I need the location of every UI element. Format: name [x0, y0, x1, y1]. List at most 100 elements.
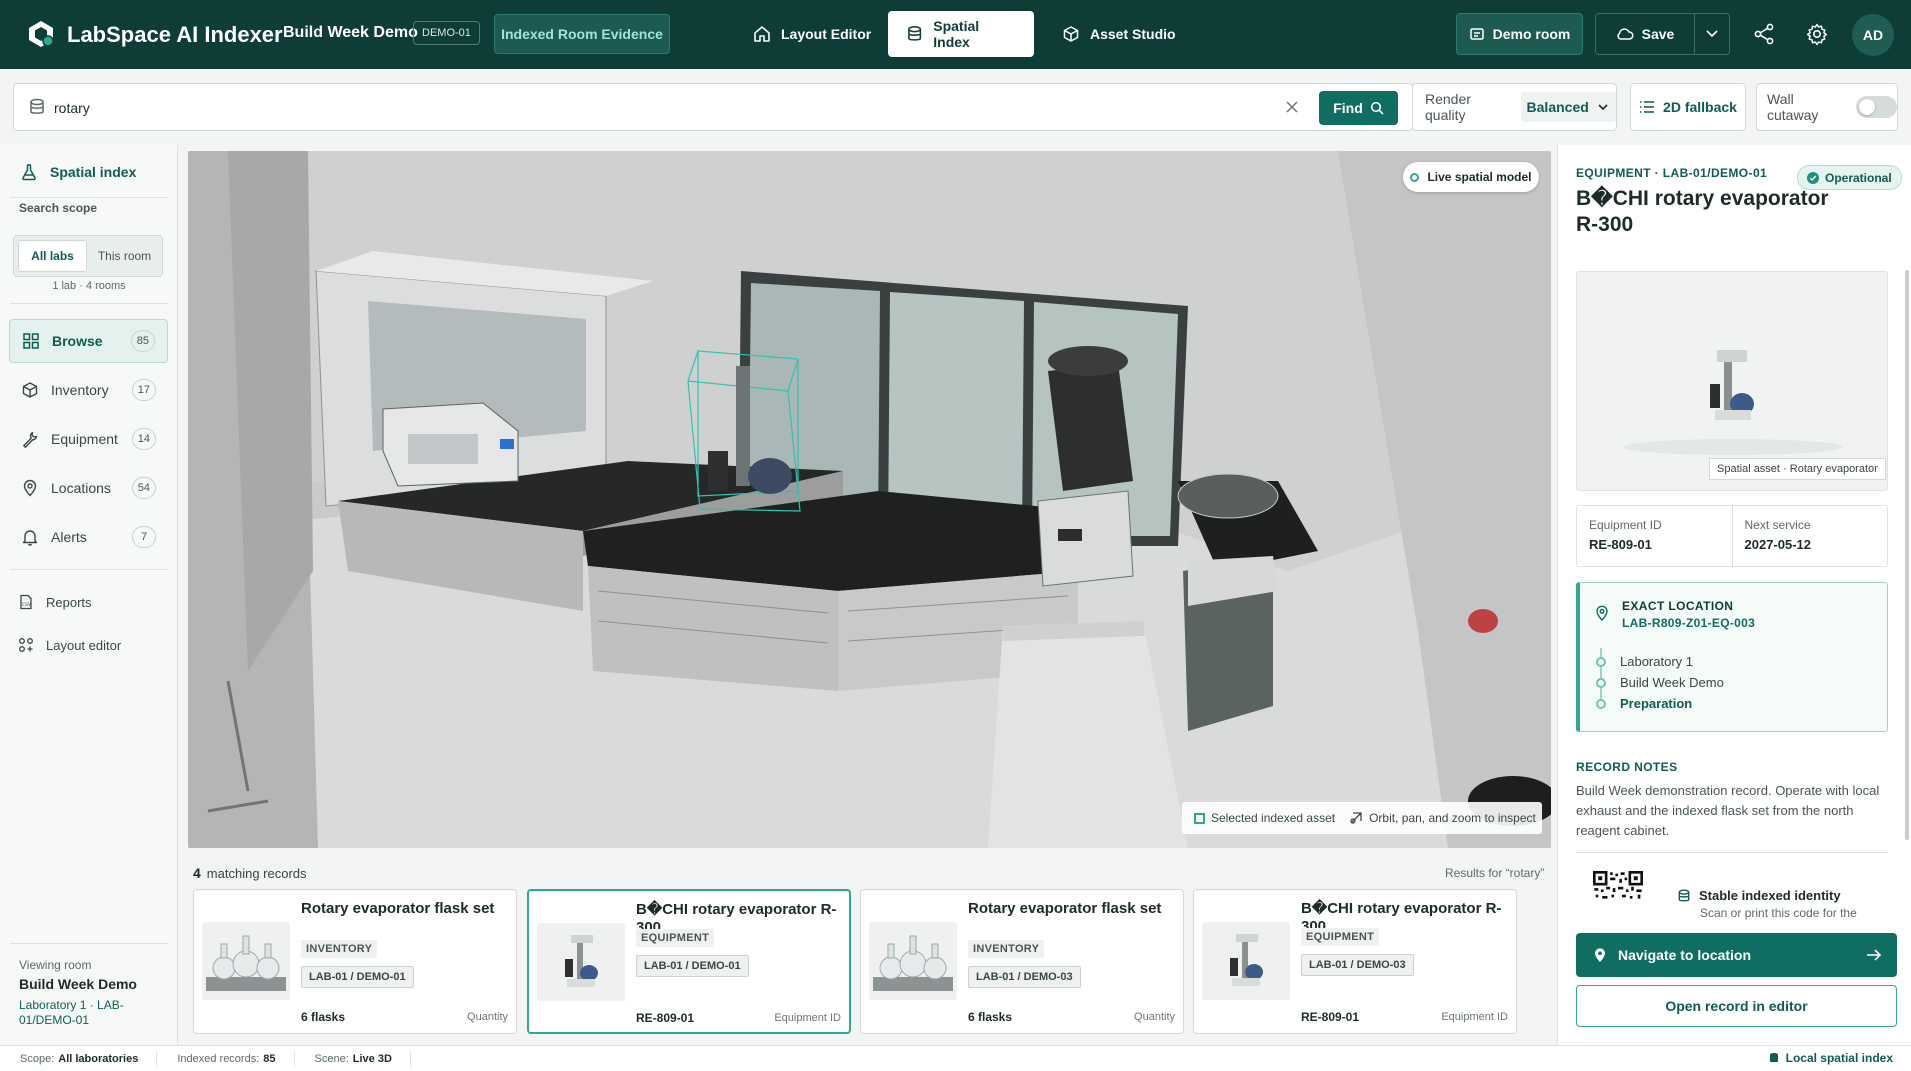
tab-asset-studio[interactable]: Asset Studio — [1044, 11, 1194, 57]
sidebar-item-layout-editor[interactable]: Layout editor — [18, 633, 121, 657]
trail-dot — [1596, 657, 1606, 667]
scope-all-labs[interactable]: All labs — [18, 240, 87, 272]
detail-category: EQUIPMENT · LAB-01/DEMO-01 — [1576, 166, 1768, 180]
open-record-in-editor-button[interactable]: Open record in editor — [1576, 985, 1897, 1027]
result-location-chip[interactable]: LAB-01 / DEMO-01 — [301, 966, 414, 988]
demo-room-button[interactable]: Demo room — [1456, 13, 1583, 55]
2d-fallback-label: 2D fallback — [1663, 99, 1737, 115]
sidebar-item-label: Equipment — [51, 431, 118, 447]
tab-spatial-index[interactable]: Spatial Index — [888, 11, 1034, 57]
viewing-room-path[interactable]: Laboratory 1 · LAB-01/DEMO-01 — [19, 998, 169, 1028]
result-location-chip[interactable]: LAB-01 / DEMO-03 — [968, 966, 1081, 988]
project-name[interactable]: Build Week Demo — [283, 24, 418, 42]
grid-icon — [23, 333, 39, 349]
live-label: Live spatial model — [1427, 170, 1532, 184]
indexed-room-evidence-button[interactable]: Indexed Room Evidence — [494, 14, 670, 54]
exact-location-heading: EXACT LOCATION — [1622, 599, 1734, 613]
status-scene-label: Scene: — [314, 1052, 349, 1065]
sidebar-item-reports[interactable]: CSV Reports — [18, 590, 92, 614]
tab-label: Asset Studio — [1090, 26, 1176, 42]
result-title: Rotary evaporator flask set — [968, 900, 1162, 917]
tab-label: Layout Editor — [781, 26, 872, 42]
find-button[interactable]: Find — [1319, 91, 1398, 125]
result-card[interactable]: Rotary evaporator flask set INVENTORY LAB-… — [860, 889, 1184, 1034]
status-records-label: Indexed records: — [177, 1052, 260, 1065]
legend-hint: Orbit, pan, and zoom to inspect — [1349, 811, 1536, 825]
status-bar: Scope: All laboratories Indexed records: 8… — [0, 1045, 1911, 1071]
result-category: EQUIPMENT — [1301, 928, 1380, 946]
sidebar-item-inventory[interactable]: Inventory 17 — [9, 368, 168, 412]
record-notes: Build Week demonstration record. Operate… — [1576, 783, 1880, 838]
gear-icon[interactable] — [1805, 22, 1829, 46]
wall-cutaway-toggle[interactable] — [1855, 96, 1897, 118]
navigate-label: Navigate to location — [1618, 947, 1752, 963]
result-location-chip[interactable]: LAB-01 / DEMO-01 — [636, 955, 749, 977]
qr-code-icon — [1593, 871, 1643, 921]
tab-label: Spatial Index — [933, 18, 980, 50]
location-step: Preparation — [1620, 696, 1693, 711]
pin-icon — [1595, 948, 1605, 962]
divider — [10, 569, 168, 570]
search-input[interactable] — [54, 94, 1254, 122]
result-card[interactable]: B�CHI rotary evaporator R-300 EQUIPMENT LA… — [1193, 889, 1517, 1034]
3d-viewport[interactable] — [188, 151, 1551, 848]
search-scope-label: Search scope — [19, 201, 98, 215]
trail-dot — [1596, 678, 1606, 688]
sidebar-item-label: Inventory — [51, 382, 109, 398]
2d-fallback-button[interactable]: 2D fallback — [1630, 83, 1746, 131]
sidebar-item-alerts[interactable]: Alerts 7 — [9, 515, 168, 559]
sidebar-item-locations[interactable]: Locations 54 — [9, 466, 168, 510]
result-card[interactable]: B�CHI rotary evaporator R-300 EQUIPMENT LA… — [527, 889, 851, 1034]
database-icon — [30, 98, 44, 114]
detail-title: B�CHI rotary evaporator R-300 — [1576, 187, 1829, 236]
divider — [10, 943, 168, 944]
save-options-button[interactable] — [1694, 13, 1730, 55]
chevron-down-icon — [1598, 103, 1608, 110]
pin-icon — [23, 479, 37, 497]
sidebar-item-label: Layout editor — [46, 637, 122, 653]
save-button[interactable]: Save — [1595, 13, 1695, 55]
sidebar-header[interactable]: Spatial index — [20, 163, 136, 181]
wrench-icon — [23, 431, 38, 448]
close-icon[interactable] — [1284, 99, 1300, 115]
list-icon — [1640, 101, 1655, 113]
layout-icon — [19, 638, 33, 652]
equipment-id-value: RE-809-01 — [1589, 537, 1652, 552]
result-card[interactable]: Rotary evaporator flask set INVENTORY LAB-… — [193, 889, 517, 1034]
database-icon — [1769, 1053, 1778, 1063]
sidebar: Spatial index Search scope All labs This… — [0, 145, 178, 1045]
csv-icon: CSV — [20, 594, 32, 610]
asset-preview-caption: Spatial asset · Rotary evaporator — [1709, 458, 1886, 480]
sidebar-item-label: Locations — [51, 480, 111, 496]
result-value: RE-809-01 — [636, 1011, 695, 1025]
search-bar: Find — [13, 83, 1413, 131]
tab-layout-editor[interactable]: Layout Editor — [735, 11, 889, 57]
sidebar-item-equipment[interactable]: Equipment 14 — [9, 417, 168, 461]
scope-this-room[interactable]: This room — [91, 240, 158, 272]
render-quality-select[interactable]: Balanced — [1520, 92, 1616, 122]
results-count-label: matching records — [206, 866, 307, 881]
viewport-legend: Selected indexed asset Orbit, pan, and z… — [1182, 802, 1542, 834]
demo-room-label: Demo room — [1492, 26, 1571, 42]
viewing-room-label: Viewing room — [19, 958, 92, 972]
count-badge: 7 — [132, 526, 156, 548]
count-badge: 85 — [130, 330, 155, 352]
lab-scene-render[interactable] — [188, 151, 1551, 848]
status-scene-value: Live 3D — [352, 1052, 392, 1065]
navigate-to-location-button[interactable]: Navigate to location — [1576, 933, 1897, 977]
avatar[interactable]: AD — [1852, 14, 1894, 56]
divider — [10, 303, 168, 304]
exact-location-card: EXACT LOCATION LAB-R809-Z01-EQ-003 Labor… — [1576, 582, 1888, 732]
viewing-room-name: Build Week Demo — [19, 976, 137, 992]
status-scope-value: All laboratories — [58, 1052, 139, 1065]
result-location-chip[interactable]: LAB-01 / DEMO-03 — [1301, 954, 1414, 976]
detail-scrollbar[interactable] — [1905, 270, 1909, 840]
viewing-room: Viewing room Build Week Demo Laboratory … — [19, 958, 169, 1028]
sidebar-item-browse[interactable]: Browse 85 — [9, 319, 168, 363]
exact-location-code: LAB-R809-Z01-EQ-003 — [1622, 616, 1756, 630]
render-quality-label: Render quality — [1425, 91, 1471, 123]
legend-selected: Selected indexed asset — [1194, 811, 1335, 825]
share-icon[interactable] — [1752, 22, 1776, 46]
count-badge: 54 — [131, 477, 156, 499]
cloud-icon — [1617, 28, 1634, 40]
